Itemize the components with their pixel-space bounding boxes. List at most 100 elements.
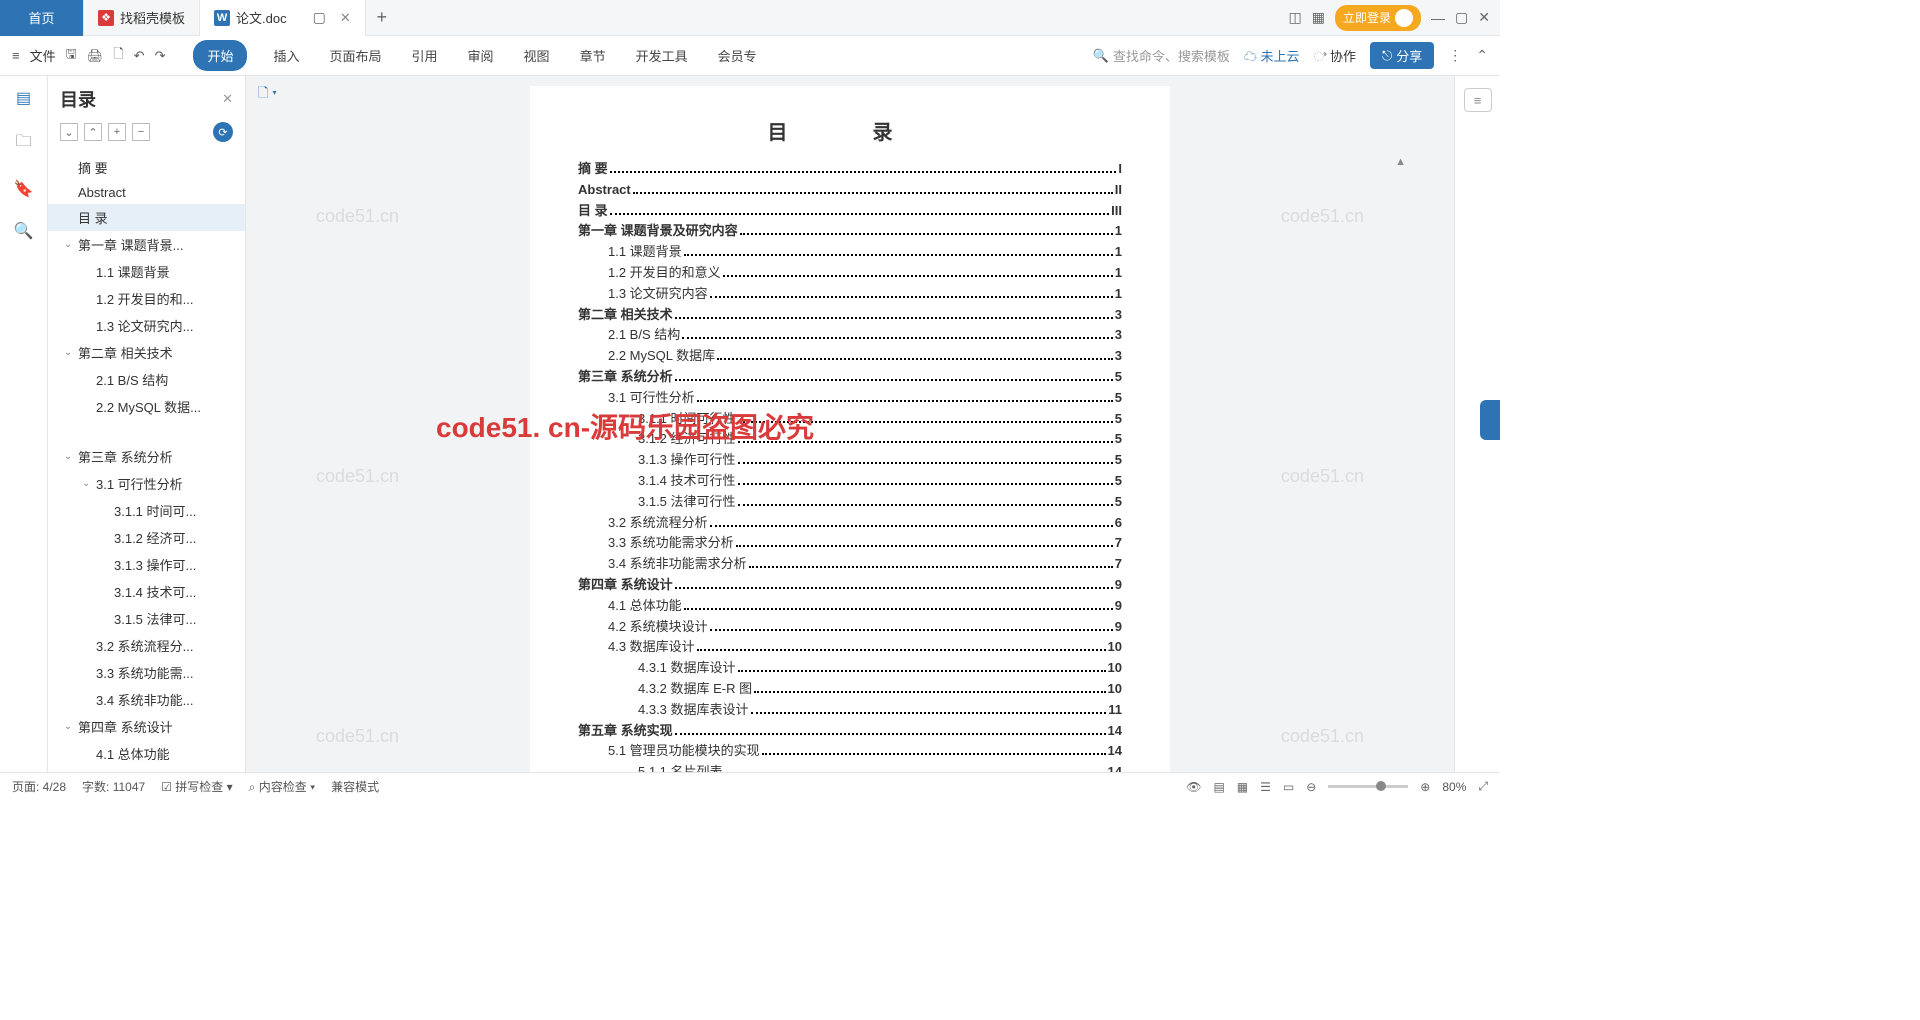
- menu-icon[interactable]: ≡: [12, 48, 20, 63]
- toc-row[interactable]: 摘 要I: [578, 159, 1122, 180]
- expand-all-icon[interactable]: ⌃: [84, 123, 102, 141]
- preview-icon[interactable]: 🗋: [113, 45, 123, 67]
- clipboard-icon[interactable]: 🗀: [15, 130, 31, 157]
- bookmark-icon[interactable]: 🔖: [14, 179, 34, 199]
- toc-row[interactable]: 3.1 可行性分析5: [578, 388, 1122, 409]
- zoom-slider[interactable]: [1328, 785, 1408, 788]
- outline-item[interactable]: 目 录: [48, 204, 245, 231]
- maximize-icon[interactable]: ▢: [1455, 9, 1468, 26]
- undo-icon[interactable]: ↶: [134, 48, 145, 64]
- outline-item[interactable]: 3.1.4 技术可...: [48, 578, 245, 605]
- outline-item[interactable]: 3.4 系统非功能...: [48, 686, 245, 713]
- redo-icon[interactable]: ↷: [155, 48, 166, 64]
- outline-item[interactable]: 4.2 系统模块设...: [48, 767, 245, 772]
- minimize-icon[interactable]: —: [1431, 10, 1445, 26]
- search-input[interactable]: 🔍 查找命令、搜索模板: [1093, 46, 1230, 65]
- toc-row[interactable]: 第二章 相关技术3: [578, 305, 1122, 326]
- print-icon[interactable]: 🖨: [87, 48, 104, 64]
- reading-icon[interactable]: ▭: [1283, 780, 1294, 794]
- toc-row[interactable]: 4.2 系统模块设计9: [578, 617, 1122, 638]
- outline-item[interactable]: ⌄第四章 系统设计: [48, 713, 245, 740]
- tab-template[interactable]: ❖ 找稻壳模板: [84, 0, 200, 36]
- outline-body[interactable]: 摘 要Abstract目 录⌄第一章 课题背景...1.1 课题背景1.2 开发…: [48, 150, 245, 772]
- status-spellcheck[interactable]: ☑ 拼写检查 ▾: [161, 778, 232, 795]
- fit-icon[interactable]: ⤢: [1478, 779, 1488, 794]
- toc-row[interactable]: AbstractII: [578, 180, 1122, 201]
- outline-item[interactable]: 摘 要: [48, 154, 245, 181]
- toc-row[interactable]: 4.3 数据库设计10: [578, 637, 1122, 658]
- toc-row[interactable]: 3.1.2 经济可行性5: [578, 429, 1122, 450]
- outline-item[interactable]: 3.1.2 经济可...: [48, 524, 245, 551]
- panel-toggle-icon[interactable]: ≡: [1464, 88, 1492, 112]
- toc-row[interactable]: 1.3 论文研究内容1: [578, 284, 1122, 305]
- toc-row[interactable]: 3.1.4 技术可行性5: [578, 471, 1122, 492]
- close-icon[interactable]: ✕: [340, 10, 351, 26]
- close-icon[interactable]: ✕: [222, 91, 233, 107]
- view-outline-icon[interactable]: ☰: [1260, 780, 1271, 794]
- toc-row[interactable]: 3.1.1 时间可行性5: [578, 409, 1122, 430]
- outline-item[interactable]: ⌄第三章 系统分析: [48, 443, 245, 470]
- outline-item[interactable]: 3.1.1 时间可...: [48, 497, 245, 524]
- eye-icon[interactable]: 👁: [1186, 780, 1201, 794]
- side-handle[interactable]: [1480, 400, 1500, 440]
- menu-review[interactable]: 审阅: [464, 40, 498, 71]
- file-menu[interactable]: 文件: [30, 46, 56, 65]
- outline-item[interactable]: [48, 420, 245, 443]
- outline-item[interactable]: 1.1 课题背景: [48, 258, 245, 285]
- outline-item[interactable]: 3.2 系统流程分...: [48, 632, 245, 659]
- zoom-in-icon[interactable]: ⊕: [1420, 780, 1430, 794]
- toc-row[interactable]: 5.1.1 名片列表14: [578, 762, 1122, 772]
- toc-row[interactable]: 2.2 MySQL 数据库3: [578, 346, 1122, 367]
- toc-row[interactable]: 第四章 系统设计9: [578, 575, 1122, 596]
- status-compat[interactable]: 兼容模式: [331, 778, 379, 795]
- outline-item[interactable]: 3.1.5 法律可...: [48, 605, 245, 632]
- toc-row[interactable]: 4.3.3 数据库表设计11: [578, 700, 1122, 721]
- login-button[interactable]: 立即登录: [1335, 5, 1421, 31]
- layout-icon[interactable]: ◫: [1289, 9, 1302, 26]
- menu-references[interactable]: 引用: [408, 40, 442, 71]
- toc-row[interactable]: 4.3.1 数据库设计10: [578, 658, 1122, 679]
- toc-row[interactable]: 3.2 系统流程分析6: [578, 513, 1122, 534]
- toc-row[interactable]: 3.3 系统功能需求分析7: [578, 533, 1122, 554]
- toc-row[interactable]: 3.1.3 操作可行性5: [578, 450, 1122, 471]
- outline-item[interactable]: 2.1 B/S 结构: [48, 366, 245, 393]
- scroll-up-icon[interactable]: ▲: [1395, 156, 1406, 168]
- cloud-button[interactable]: ☁ 未上云: [1244, 46, 1300, 65]
- menu-start[interactable]: 开始: [193, 40, 247, 71]
- outline-icon[interactable]: ▤: [16, 88, 31, 108]
- view-page-icon[interactable]: ▤: [1213, 780, 1224, 794]
- find-icon[interactable]: 🔍: [14, 221, 34, 241]
- status-content-check[interactable]: ⌕ 内容检查 ▾: [249, 778, 315, 795]
- menu-vip[interactable]: 会员专: [714, 40, 761, 71]
- toc-row[interactable]: 2.1 B/S 结构3: [578, 325, 1122, 346]
- add-icon[interactable]: +: [108, 123, 126, 141]
- tab-home[interactable]: 首页: [0, 0, 84, 36]
- outline-item[interactable]: 3.1.3 操作可...: [48, 551, 245, 578]
- outline-item[interactable]: ⌄3.1 可行性分析: [48, 470, 245, 497]
- menu-chapter[interactable]: 章节: [576, 40, 610, 71]
- apps-icon[interactable]: ▦: [1312, 9, 1325, 26]
- toc-row[interactable]: 第一章 课题背景及研究内容1: [578, 221, 1122, 242]
- menu-layout[interactable]: 页面布局: [326, 40, 386, 71]
- toc-row[interactable]: 3.4 系统非功能需求分析7: [578, 554, 1122, 575]
- zoom-value[interactable]: 80%: [1442, 780, 1466, 794]
- tab-document[interactable]: W 论文.doc ▢ ✕: [200, 0, 366, 36]
- zoom-out-icon[interactable]: ⊖: [1306, 780, 1316, 794]
- toc-row[interactable]: 5.1 管理员功能模块的实现14: [578, 741, 1122, 762]
- outline-item[interactable]: 1.3 论文研究内...: [48, 312, 245, 339]
- collab-button[interactable]: ಿ 协作: [1314, 46, 1356, 65]
- sync-icon[interactable]: ⟳: [213, 122, 233, 142]
- toc-row[interactable]: 1.1 课题背景1: [578, 242, 1122, 263]
- more-icon[interactable]: ⋮: [1448, 47, 1462, 64]
- new-tab-button[interactable]: +: [366, 7, 398, 28]
- toc-row[interactable]: 第三章 系统分析5: [578, 367, 1122, 388]
- toc-row[interactable]: 3.1.5 法律可行性5: [578, 492, 1122, 513]
- toc-row[interactable]: 4.1 总体功能9: [578, 596, 1122, 617]
- tab-detach-icon[interactable]: ▢: [313, 9, 326, 26]
- window-close-icon[interactable]: ✕: [1478, 9, 1490, 26]
- remove-icon[interactable]: −: [132, 123, 150, 141]
- collapse-all-icon[interactable]: ⌄: [60, 123, 78, 141]
- save-icon[interactable]: 🖫: [66, 45, 77, 67]
- toc-row[interactable]: 第五章 系统实现14: [578, 721, 1122, 742]
- menu-view[interactable]: 视图: [520, 40, 554, 71]
